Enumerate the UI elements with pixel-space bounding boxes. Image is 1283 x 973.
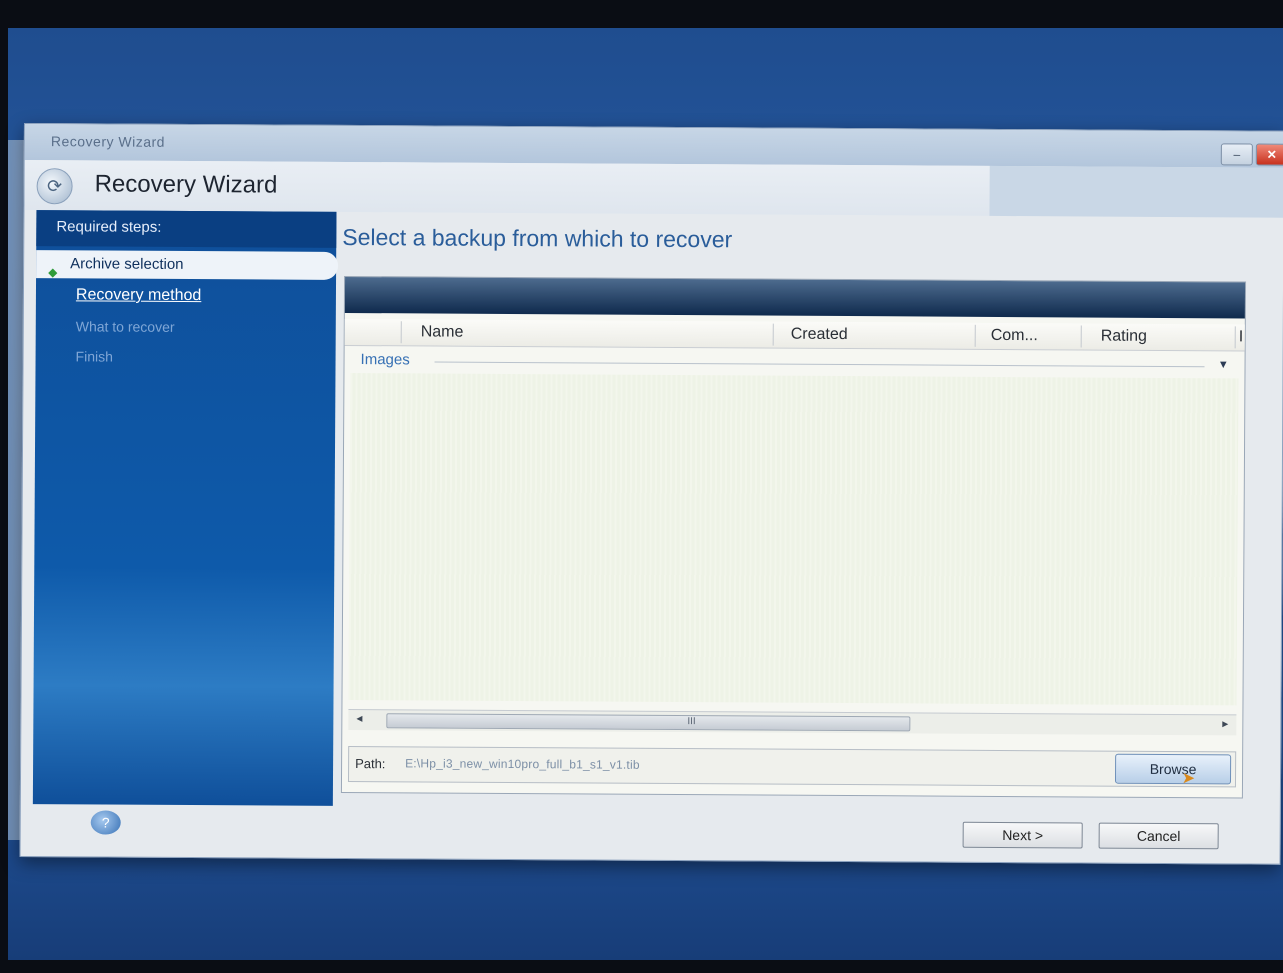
green-arrow-icon: ◆: [48, 265, 58, 280]
window-title: Recovery Wizard: [50, 133, 166, 150]
group-label: Images: [360, 351, 410, 369]
scroll-right-icon[interactable]: ▸: [1222, 716, 1228, 730]
chevron-down-icon[interactable]: ▾: [1220, 356, 1227, 372]
step-what-to-recover: What to recover: [75, 318, 175, 335]
cancel-button[interactable]: Cancel: [1098, 822, 1219, 850]
close-button[interactable]: ✕: [1255, 143, 1283, 166]
column-separator: [772, 323, 774, 346]
column-extra[interactable]: I: [1239, 328, 1244, 346]
list-header-bar: [344, 276, 1246, 319]
step-label: Archive selection: [70, 255, 184, 273]
step-archive-selection[interactable]: ◆ Archive selection: [36, 250, 339, 280]
column-headers: Name Created Com... Rating I: [344, 318, 1245, 352]
recovery-wizard-window: Recovery Wizard – ✕ ⟳ Recovery Wizard Re…: [19, 123, 1283, 865]
browse-button[interactable]: Browse: [1114, 753, 1232, 785]
scrollbar-grip: III: [687, 716, 696, 728]
help-icon[interactable]: ?: [90, 810, 121, 835]
column-comment[interactable]: Com...: [991, 327, 1038, 345]
next-button[interactable]: Next >: [962, 821, 1083, 849]
column-rating[interactable]: Rating: [1101, 328, 1147, 346]
scroll-left-icon[interactable]: ◂: [356, 711, 362, 725]
minimize-button[interactable]: –: [1220, 143, 1253, 166]
steps-sidebar: Required steps: ◆ Archive selection Reco…: [32, 210, 339, 806]
column-separator: [1234, 326, 1236, 349]
path-label: Path:: [355, 756, 386, 772]
column-separator: [974, 324, 976, 347]
column-separator: [400, 321, 402, 344]
wizard-header: ⟳ Recovery Wizard: [24, 160, 990, 216]
mouse-cursor-icon: ➤: [1181, 770, 1196, 788]
header-banner: [989, 165, 1283, 218]
required-steps-label: Required steps:: [36, 210, 337, 248]
step-recovery-method[interactable]: Recovery method: [76, 286, 201, 305]
backup-list-panel: Name Created Com... Rating I Images ▾ ◂ …: [340, 275, 1247, 799]
path-row: Path: E:\Hp_i3_new_win10pro_full_b1_s1_v…: [347, 745, 1237, 788]
path-field[interactable]: E:\Hp_i3_new_win10pro_full_b1_s1_v1.tib: [405, 756, 640, 771]
horizontal-scrollbar[interactable]: ◂ III ▸: [348, 708, 1237, 736]
column-created[interactable]: Created: [791, 326, 848, 344]
group-divider: [434, 361, 1205, 368]
wizard-title: Recovery Wizard: [94, 170, 278, 199]
column-separator: [1080, 325, 1082, 348]
window-controls: – ✕: [1220, 143, 1283, 166]
backup-list[interactable]: [348, 372, 1239, 706]
recovery-logo-icon: ⟳: [36, 168, 73, 205]
step-finish: Finish: [75, 348, 113, 365]
scrollbar-thumb[interactable]: III: [386, 713, 911, 732]
images-group-header[interactable]: Images ▾: [344, 349, 1244, 376]
column-name[interactable]: Name: [421, 323, 464, 341]
page-title: Select a backup from which to recover: [342, 223, 733, 253]
